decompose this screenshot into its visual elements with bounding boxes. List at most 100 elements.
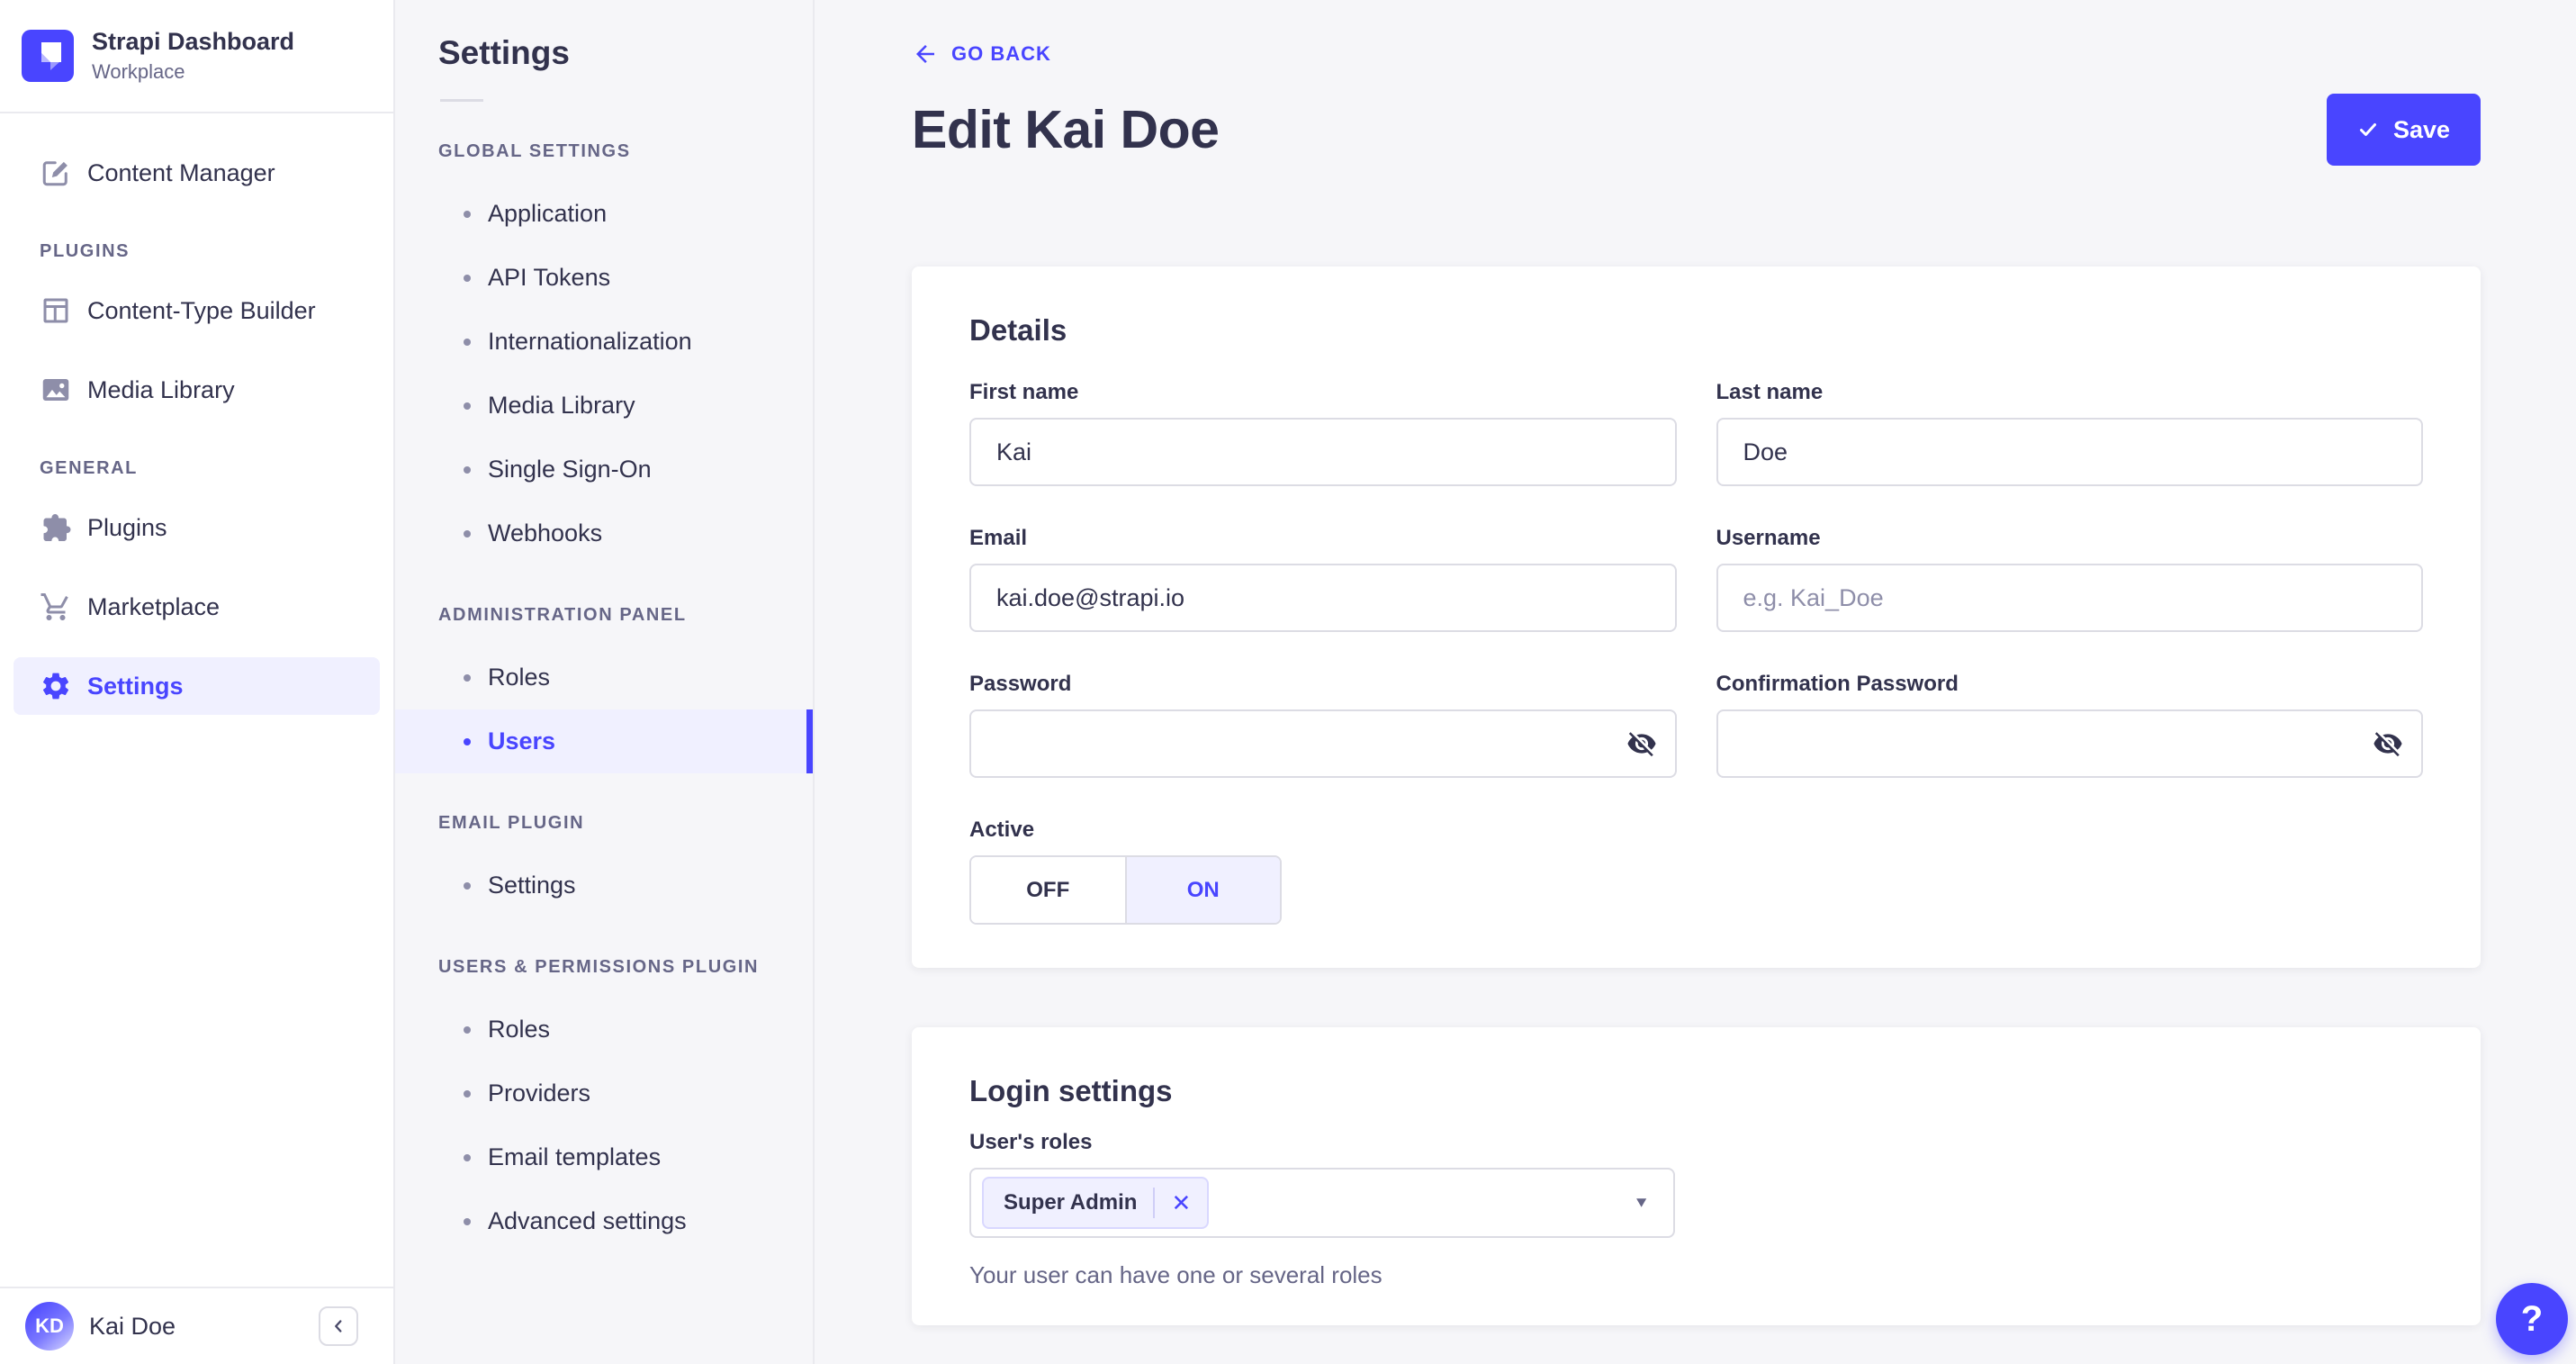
page-header: Edit Kai Doe Save: [912, 94, 2481, 166]
subnav-item-api-tokens[interactable]: API Tokens: [395, 246, 813, 310]
sidebar-item-media-library[interactable]: Media Library: [14, 361, 380, 419]
details-fields-grid: First name Last name Email: [969, 380, 2423, 925]
sidebar-item-settings[interactable]: Settings: [14, 657, 380, 715]
chevron-left-icon: [329, 1316, 348, 1336]
active-toggle-on[interactable]: ON: [1124, 857, 1280, 923]
toggle-confirmation-password-visibility-button[interactable]: [2362, 718, 2414, 770]
confirmation-password-input[interactable]: [1716, 709, 2423, 778]
subnav-item-label: Application: [488, 200, 608, 227]
remove-role-icon[interactable]: ✕: [1155, 1189, 1207, 1217]
subnav-item-label: Webhooks: [488, 519, 603, 547]
save-button[interactable]: Save: [2326, 94, 2481, 166]
gear-icon: [40, 670, 72, 702]
subnav-list-administration-panel: Roles Users: [395, 626, 813, 773]
subnav-item-label: Settings: [488, 872, 576, 899]
sidebar-item-marketplace[interactable]: Marketplace: [14, 578, 380, 636]
subnav-item-providers[interactable]: Providers: [395, 1061, 813, 1125]
toggle-password-visibility-button[interactable]: [1616, 718, 1668, 770]
check-icon: [2357, 119, 2379, 140]
password-input[interactable]: [969, 709, 1677, 778]
role-tag-super-admin[interactable]: Super Admin ✕: [982, 1177, 1210, 1229]
login-settings-title: Login settings: [969, 1074, 1173, 1107]
subnav-item-label: Roles: [488, 664, 551, 691]
subnav-item-advanced-settings[interactable]: Advanced settings: [395, 1189, 813, 1253]
caret-down-icon: ▼: [1633, 1194, 1650, 1211]
sidebar-item-content-manager[interactable]: Content Manager: [14, 144, 380, 202]
app-root: Strapi Dashboard Workplace Content Manag…: [0, 0, 2576, 1364]
active-toggle-off[interactable]: OFF: [971, 857, 1125, 923]
sidebar-footer: KD Kai Doe: [0, 1287, 393, 1364]
subnav-section-administration-panel: ADMINISTRATION PANEL: [438, 605, 687, 625]
subnav-item-email-templates[interactable]: Email templates: [395, 1125, 813, 1189]
eye-off-icon: [1626, 728, 1657, 759]
go-back-link[interactable]: GO BACK: [912, 41, 1051, 68]
password-label: Password: [969, 672, 1072, 696]
subnav-item-admin-roles[interactable]: Roles: [395, 646, 813, 709]
brand-title: Strapi Dashboard: [92, 27, 295, 55]
email-label: Email: [969, 526, 1028, 550]
subnav-divider: [440, 99, 483, 102]
subnav-item-label: API Tokens: [488, 264, 611, 291]
subnav-item-internationalization[interactable]: Internationalization: [395, 310, 813, 374]
first-name-label: First name: [969, 380, 1079, 404]
role-tag-label: Super Admin: [1004, 1190, 1138, 1215]
subnav-item-label: Users: [488, 727, 556, 754]
subnav-title: Settings: [438, 34, 570, 71]
details-card: Details First name Last name Email: [912, 266, 2481, 968]
content-manager-icon: [40, 157, 72, 189]
sidebar-item-plugins[interactable]: Plugins: [14, 499, 380, 556]
content-type-builder-icon: [40, 294, 72, 327]
subnav-item-single-sign-on[interactable]: Single Sign-On: [395, 438, 813, 501]
sidebar-item-label: Settings: [87, 672, 184, 700]
username-input[interactable]: [1716, 564, 2423, 632]
last-name-input[interactable]: [1716, 418, 2423, 486]
eye-off-icon: [2373, 728, 2403, 759]
subnav-item-media-library[interactable]: Media Library: [395, 374, 813, 438]
sidebar-item-label: Content-Type Builder: [87, 296, 316, 324]
user-roles-field-group: User's roles Super Admin ✕ ▼ Your user c…: [969, 1130, 2423, 1289]
strapi-logo-icon[interactable]: [22, 30, 74, 82]
avatar[interactable]: KD: [25, 1302, 74, 1350]
first-name-field-group: First name: [969, 380, 1677, 486]
subnav-item-admin-users[interactable]: Users: [395, 709, 813, 773]
sidebar-item-label: Marketplace: [87, 592, 221, 620]
brand-text: Strapi Dashboard Workplace: [92, 28, 294, 84]
sidebar-item-label: Content Manager: [87, 158, 275, 186]
user-name: Kai Doe: [89, 1312, 176, 1340]
confirmation-password-label: Confirmation Password: [1716, 672, 1959, 696]
brand-subtitle: Workplace: [92, 60, 185, 84]
save-button-label: Save: [2392, 115, 2450, 143]
help-button[interactable]: ?: [2496, 1283, 2568, 1355]
user-roles-label: User's roles: [969, 1130, 1093, 1154]
collapse-sidebar-button[interactable]: [319, 1306, 358, 1346]
email-input[interactable]: [969, 564, 1677, 632]
subnav-item-label: Roles: [488, 1016, 551, 1043]
sidebar-item-content-type-builder[interactable]: Content-Type Builder: [14, 282, 380, 339]
first-name-input[interactable]: [969, 418, 1677, 486]
roles-helper-text: Your user can have one or several roles: [969, 1261, 1383, 1288]
user-roles-select[interactable]: Super Admin ✕ ▼: [969, 1168, 1675, 1238]
subnav-item-webhooks[interactable]: Webhooks: [395, 501, 813, 565]
subnav-list-global-settings: Application API Tokens Internationalizat…: [395, 162, 813, 565]
active-toggle: OFF ON: [969, 855, 1282, 925]
arrow-left-icon: [912, 41, 939, 68]
subnav-item-label: Advanced settings: [488, 1207, 687, 1234]
media-library-icon: [40, 374, 72, 406]
subnav-list-email-plugin: Settings: [395, 834, 813, 917]
subnav-section-global-settings: GLOBAL SETTINGS: [438, 141, 631, 161]
subnav-item-label: Media Library: [488, 392, 635, 419]
subnav-item-email-settings[interactable]: Settings: [395, 854, 813, 917]
last-name-field-group: Last name: [1716, 380, 2423, 486]
password-field-group: Password: [969, 672, 1677, 778]
brand-header: Strapi Dashboard Workplace: [0, 0, 393, 113]
subnav-item-application[interactable]: Application: [395, 182, 813, 246]
active-label: Active: [969, 817, 1035, 842]
confirmation-password-field-group: Confirmation Password: [1716, 672, 2423, 778]
active-field-group: Active OFF ON: [969, 817, 1677, 925]
subnav-item-label: Internationalization: [488, 328, 692, 355]
go-back-label: GO BACK: [951, 42, 1051, 65]
subnav-item-up-roles[interactable]: Roles: [395, 998, 813, 1061]
main-content: GO BACK Edit Kai Doe Save Details First …: [815, 0, 2576, 1364]
username-label: Username: [1716, 526, 1821, 550]
subnav-item-label: Single Sign-On: [488, 456, 652, 483]
